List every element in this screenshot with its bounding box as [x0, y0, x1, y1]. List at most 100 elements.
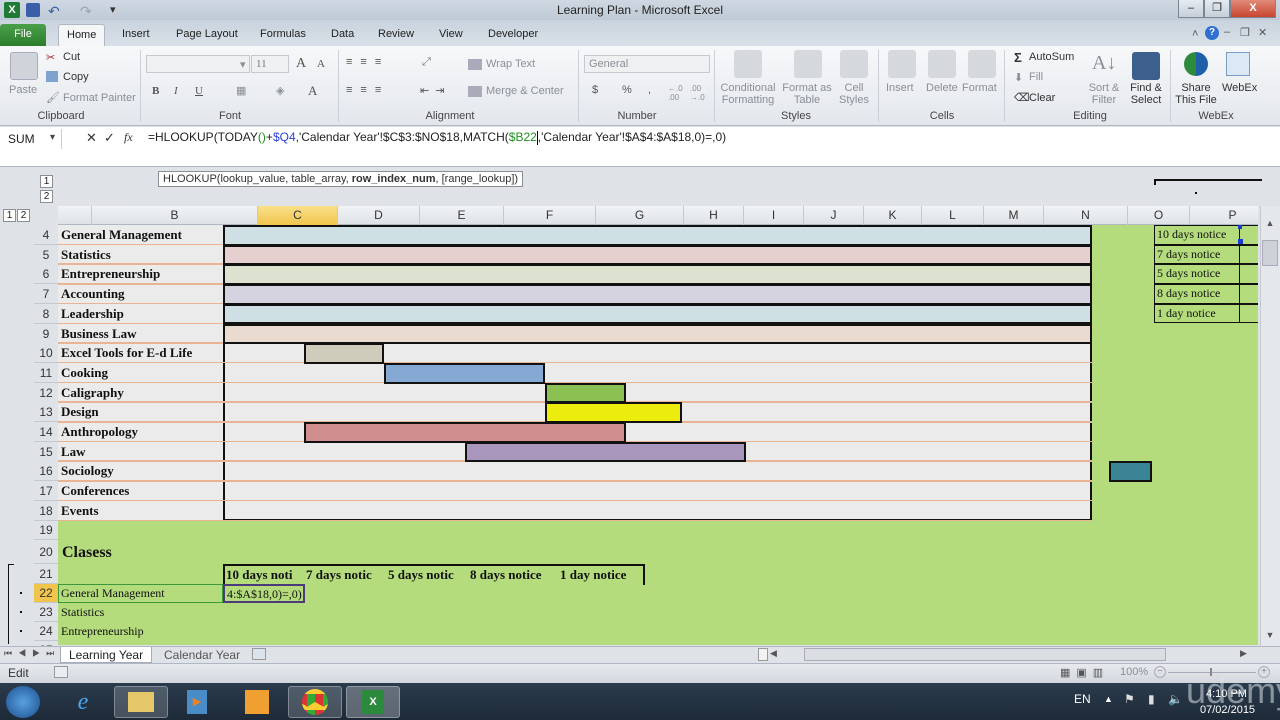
autosum-button[interactable]: AutoSum	[1029, 51, 1074, 63]
taskbar-excel[interactable]: X	[346, 686, 400, 718]
vertical-align-icons[interactable]: ≡≡≡	[346, 56, 389, 68]
schedule-label[interactable]: Caligraphy	[61, 385, 124, 401]
taskbar-file-explorer[interactable]	[114, 686, 168, 718]
minimize-ribbon-icon[interactable]: ˄	[1192, 28, 1198, 40]
gantt-bar-excel-tools-for-e-d-life[interactable]	[303, 343, 384, 364]
gantt-bar-law[interactable]	[464, 441, 747, 463]
taskbar-internet-explorer[interactable]: e	[56, 686, 110, 718]
notice-cell[interactable]: 8 days notice	[1154, 284, 1240, 304]
worksheet-grid[interactable]: General Management Statistics Entrepreneur…	[58, 225, 1258, 645]
tab-home[interactable]: Home	[58, 24, 106, 46]
borders-icon[interactable]: ▦	[236, 84, 246, 97]
classes-header-cell[interactable]: 10 days noti	[226, 567, 306, 583]
classes-header-cell[interactable]: 1 day notice	[560, 567, 648, 583]
insert-function-button[interactable]: fx	[124, 130, 133, 145]
outline-level-1-left[interactable]: 1	[3, 209, 16, 222]
scroll-up-arrow[interactable]: ▲	[1262, 218, 1278, 230]
cut-button[interactable]: Cut	[63, 51, 80, 63]
delete-cells-button[interactable]: Delete	[926, 82, 958, 94]
row-header-10[interactable]: 10	[34, 343, 58, 364]
zoom-out-button[interactable]: −	[1154, 666, 1166, 678]
schedule-label[interactable]: Cooking	[61, 365, 108, 381]
schedule-label[interactable]: Leadership	[61, 306, 124, 322]
gantt-bar-design[interactable]	[545, 402, 682, 423]
row-header-7[interactable]: 7	[34, 284, 58, 305]
classes-header-cell[interactable]: 7 days notic	[306, 567, 388, 583]
column-header-n[interactable]: N	[1044, 206, 1128, 225]
row-header-4[interactable]: 4	[34, 225, 58, 245]
schedule-label[interactable]: Design	[61, 404, 99, 420]
fill-color-icon[interactable]: ◈	[276, 84, 284, 97]
schedule-label[interactable]: Conferences	[61, 483, 129, 499]
notice-cell[interactable]: 5 days notice	[1154, 264, 1240, 285]
grow-font-button[interactable]: A	[296, 56, 306, 72]
gantt-bar-statistics[interactable]	[223, 244, 1092, 266]
merge-center-button[interactable]: Merge & Center	[486, 85, 564, 97]
column-header-h[interactable]: H	[684, 206, 744, 225]
scroll-left-arrow[interactable]: ◀	[770, 648, 777, 659]
row-header-9[interactable]: 9	[34, 323, 58, 344]
format-painter-button[interactable]: Format Painter	[63, 92, 136, 104]
outline-group-bracket[interactable]	[1154, 179, 1262, 181]
vertical-scroll-thumb[interactable]	[1262, 240, 1278, 266]
zoom-level[interactable]: 100%	[1120, 666, 1148, 678]
gantt-bar-entrepreneurship[interactable]	[223, 264, 1092, 286]
column-header-b[interactable]: B	[92, 206, 258, 225]
row-header-8[interactable]: 8	[34, 303, 58, 324]
schedule-label[interactable]: Business Law	[61, 326, 137, 342]
underline-button[interactable]: U	[195, 85, 203, 97]
tab-file[interactable]: File	[0, 24, 46, 46]
tab-formulas[interactable]: Formulas	[252, 24, 314, 46]
classes-header-cell[interactable]: 5 days notic	[388, 567, 470, 583]
font-name-dropdown[interactable]	[146, 55, 250, 73]
share-file-button[interactable]: Share This File	[1174, 82, 1218, 106]
increase-decimal-button[interactable]: ←.0 .00	[668, 84, 686, 102]
row-header-11[interactable]: 11	[34, 362, 58, 383]
help-icon[interactable]: ?	[1205, 26, 1219, 40]
volume-icon[interactable]: 🔈	[1168, 692, 1183, 706]
cancel-formula-button[interactable]: ✕	[86, 130, 97, 146]
classes-row-label[interactable]: Statistics	[61, 605, 104, 620]
scroll-down-arrow[interactable]: ▼	[1262, 630, 1278, 642]
webex-button[interactable]: WebEx	[1222, 82, 1257, 94]
bold-button[interactable]: B	[152, 85, 159, 97]
gantt-bar-caligraphy[interactable]	[545, 382, 626, 404]
clock-time[interactable]: 4:10 PM	[1206, 688, 1247, 700]
column-header-e[interactable]: E	[420, 206, 504, 225]
notice-cell[interactable]: 1 day notice	[1154, 303, 1240, 324]
taskbar-outlook[interactable]	[230, 686, 284, 718]
orientation-icon[interactable]: ⤢	[422, 56, 431, 69]
schedule-label[interactable]: Events	[61, 503, 99, 519]
paste-button[interactable]: Paste	[9, 84, 37, 96]
row-header-20[interactable]: 20	[34, 539, 58, 564]
active-cell-c22[interactable]: 4:$A$18,0)=,0)	[223, 583, 305, 603]
column-header-k[interactable]: K	[864, 206, 922, 225]
selection-handle[interactable]	[1238, 239, 1243, 244]
row-header-21[interactable]: 21	[34, 563, 58, 584]
cell-styles-button[interactable]: Cell Styles	[834, 82, 874, 106]
font-color-button[interactable]: A	[308, 83, 317, 99]
horizontal-scroll-thumb[interactable]	[804, 648, 1166, 661]
column-header-l[interactable]: L	[922, 206, 984, 225]
outline-group-line[interactable]	[8, 563, 9, 644]
row-header-6[interactable]: 6	[34, 264, 58, 285]
notice-adjacent-cell[interactable]	[1240, 264, 1258, 285]
tab-review[interactable]: Review	[370, 24, 422, 46]
column-header-j[interactable]: J	[804, 206, 864, 225]
row-header-16[interactable]: 16	[34, 461, 58, 482]
classes-header-cell[interactable]: 8 days notice	[470, 567, 560, 583]
gantt-bar-business-law[interactable]	[223, 323, 1092, 345]
restore-button[interactable]: ❐	[1204, 0, 1230, 18]
schedule-label[interactable]: Entrepreneurship	[61, 266, 160, 282]
copy-button[interactable]: Copy	[63, 71, 89, 83]
close-button[interactable]: X	[1230, 0, 1276, 18]
font-size-dropdown[interactable]: 11	[251, 55, 289, 73]
gantt-bar-general-management[interactable]	[223, 225, 1092, 246]
outline-level-2-left[interactable]: 2	[17, 209, 30, 222]
vertical-scrollbar[interactable]	[1260, 206, 1280, 646]
outline-level-1-top[interactable]: 1	[40, 175, 53, 188]
tab-page-layout[interactable]: Page Layout	[168, 24, 246, 46]
notice-adjacent-cell[interactable]	[1240, 303, 1258, 324]
action-center-icon[interactable]: ⚑	[1124, 692, 1135, 706]
shrink-font-button[interactable]: A	[317, 58, 325, 70]
